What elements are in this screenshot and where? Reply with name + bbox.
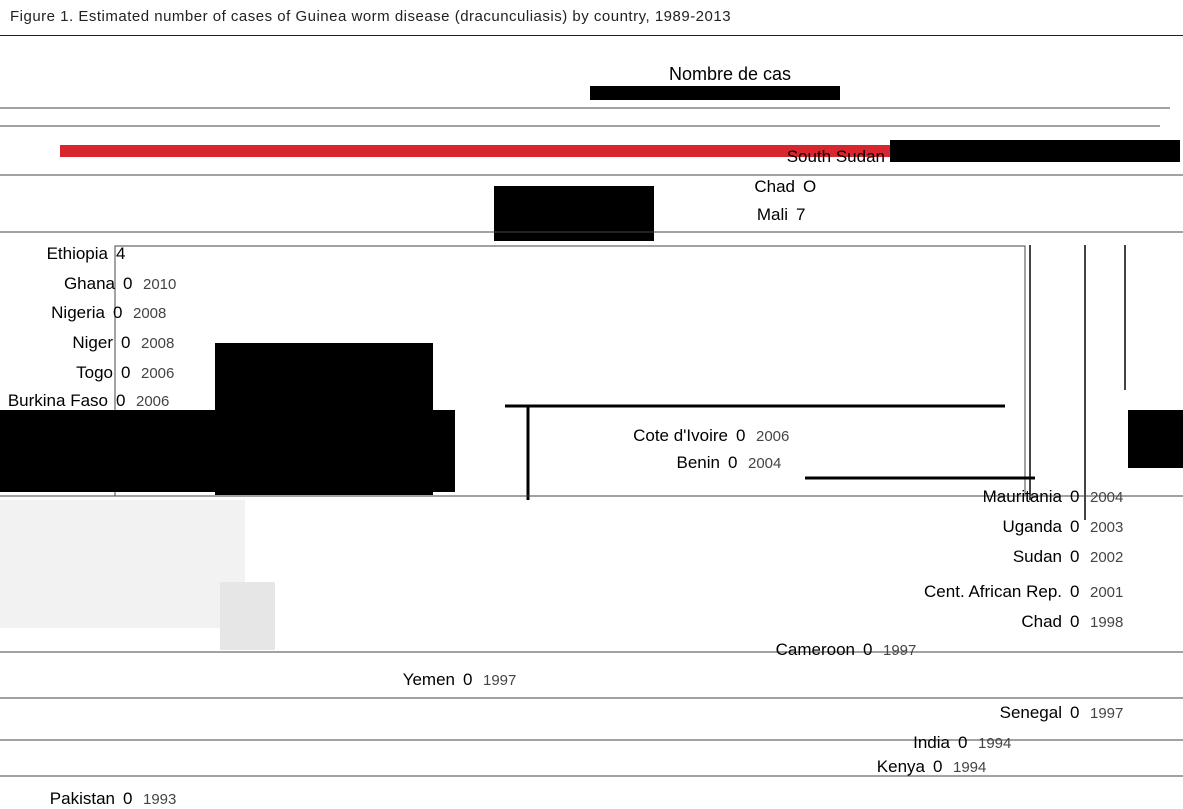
year-label: 2006 [756,428,789,445]
redaction-block [1128,410,1183,468]
year-label: 1997 [1090,705,1123,722]
case-count-label: 0 [463,670,472,689]
year-label: 2006 [136,393,169,410]
case-count-label: 0 [728,453,737,472]
case-count-label: 0 [123,274,132,293]
case-count-label: 0 [1070,582,1079,601]
country-label: Kenya [877,757,926,776]
case-count-label: O [893,147,906,166]
country-label: Yemen [403,670,455,689]
case-count-label: 0 [1070,487,1079,506]
country-label: South Sudan [787,147,885,166]
country-label: Togo [76,363,113,382]
case-count-label: 0 [1070,547,1079,566]
country-label: Cent. African Rep. [924,582,1062,601]
case-count-label: O [803,177,816,196]
country-label: India [913,733,950,752]
year-label: 1997 [883,642,916,659]
country-label: Benin [677,453,720,472]
redaction-block [494,186,654,241]
shaded-region [220,582,275,650]
case-count-label: 0 [1070,517,1079,536]
year-label: 2006 [141,365,174,382]
country-label: Chad [754,177,795,196]
year-label: 2002 [1090,549,1123,566]
shaded-region [0,500,245,628]
year-label: 2003 [1090,519,1123,536]
case-count-label: 7 [796,205,805,224]
country-label: Niger [72,333,113,352]
redaction-block [890,140,1180,162]
country-label: Ethiopia [47,244,109,263]
country-label: Cote d'Ivoire [633,426,728,445]
case-count-label: 4 [116,244,125,263]
country-label: Sudan [1013,547,1062,566]
country-label: Senegal [1000,703,1062,722]
country-label: Cameroon [776,640,855,659]
year-label: 2008 [133,305,166,322]
year-label: 2004 [1090,489,1123,506]
bar-south-sudan [60,145,890,157]
case-count-label: 0 [736,426,745,445]
country-label: Mauritania [983,487,1063,506]
case-count-label: 0 [116,391,125,410]
redaction-block [590,86,840,100]
case-count-label: 0 [958,733,967,752]
country-label: Burkina Faso [8,391,108,410]
country-label: Mali [757,205,788,224]
country-label: Pakistan [50,789,115,808]
case-count-label: 0 [1070,703,1079,722]
year-label: 2001 [1090,584,1123,601]
case-count-label: 0 [123,789,132,808]
year-label: 2010 [143,276,176,293]
case-count-label: 0 [1070,612,1079,631]
year-label: 1998 [1090,614,1123,631]
case-count-label: 0 [113,303,122,322]
country-label: Chad [1021,612,1062,631]
country-label: Ghana [64,274,116,293]
case-count-label: 0 [121,363,130,382]
case-count-label: 0 [933,757,942,776]
year-label: 1994 [978,735,1011,752]
year-label: 2008 [141,335,174,352]
chart: Nombre de cas South Sudan O Chad O Mali 7 Ethi… [0,64,1183,808]
case-count-label: 0 [863,640,872,659]
country-label: Nigeria [51,303,105,322]
chart-title: Nombre de cas [669,64,791,84]
year-label: 1994 [953,759,986,776]
case-count-label: 0 [121,333,130,352]
year-label: 1993 [143,791,176,808]
redaction-block [0,410,455,492]
country-label: Uganda [1002,517,1062,536]
year-label: 1997 [483,672,516,689]
year-label: 2004 [748,455,781,472]
